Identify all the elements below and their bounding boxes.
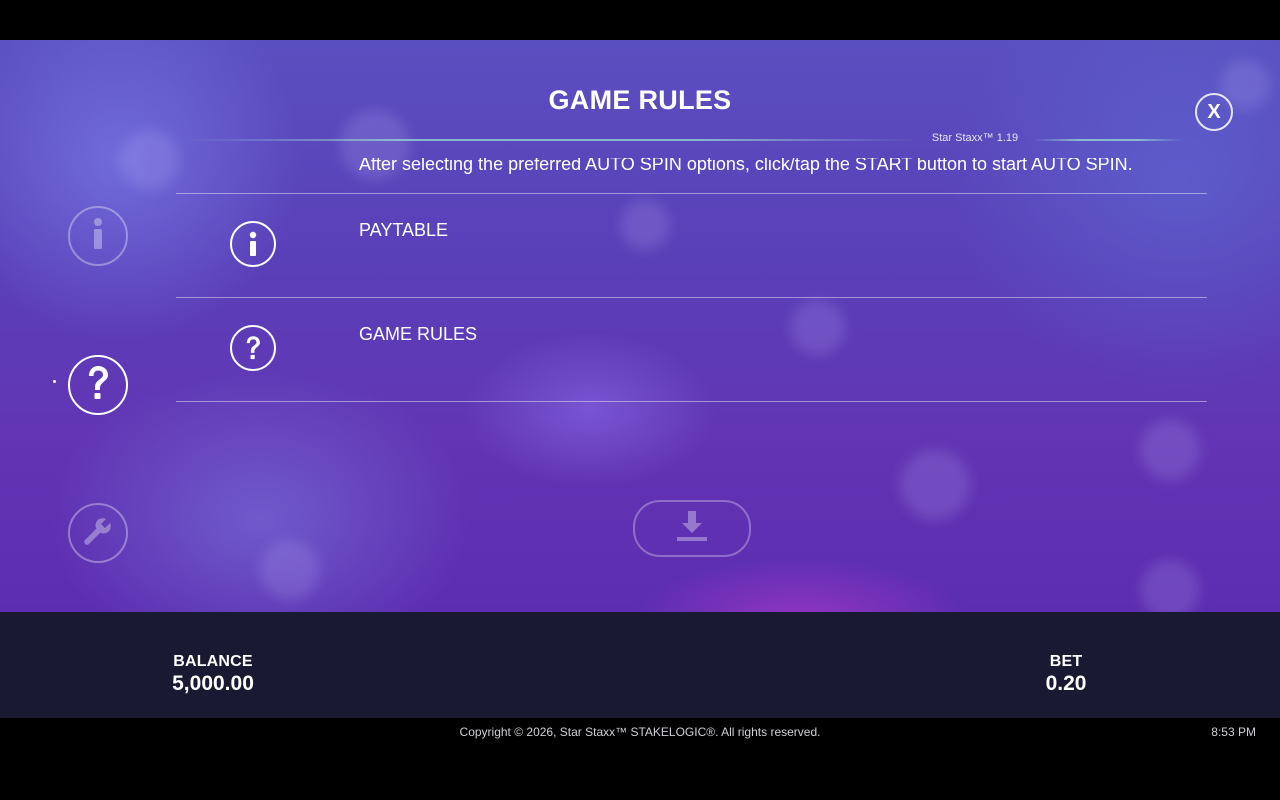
list-item-game-rules[interactable]: GAME RULES <box>176 298 1207 401</box>
balance-label: BALANCE <box>173 653 253 670</box>
version-label: Star Staxx™ 1.19 <box>931 132 1019 144</box>
close-icon: X <box>1207 100 1221 123</box>
list-item-paytable[interactable]: PAYTABLE <box>176 194 1207 297</box>
bokeh-light <box>900 450 970 520</box>
page-title: GAME RULES <box>548 85 732 115</box>
balance-display: BALANCE 5,000.00 <box>153 653 273 696</box>
header-divider-left <box>185 139 918 141</box>
top-black-bar <box>0 0 1280 40</box>
close-button[interactable]: X <box>1195 93 1233 131</box>
copyright-text: Copyright © 2026, Star Staxx™ STAKELOGIC… <box>459 725 821 739</box>
sidebar-item-settings[interactable] <box>68 503 128 563</box>
question-icon <box>85 365 111 406</box>
bet-value: 0.20 <box>1045 672 1087 695</box>
list-item-label: GAME RULES <box>359 324 478 344</box>
bet-display: BET 0.20 <box>1016 653 1116 696</box>
balance-value: 5,000.00 <box>172 672 254 695</box>
question-icon <box>230 325 276 371</box>
info-icon <box>230 221 276 267</box>
footer: Copyright © 2026, Star Staxx™ STAKELOGIC… <box>0 718 1280 800</box>
bet-label: BET <box>1049 653 1083 670</box>
clock: 8:53 PM <box>1211 725 1256 739</box>
active-indicator <box>53 380 56 383</box>
download-icon <box>675 509 709 548</box>
bokeh-light <box>120 130 180 190</box>
header-divider-right <box>1033 139 1183 141</box>
info-icon <box>90 217 106 256</box>
list-divider <box>176 401 1207 402</box>
bokeh-light <box>1140 420 1200 480</box>
wrench-icon <box>82 515 114 552</box>
list-item-label: PAYTABLE <box>359 220 449 240</box>
bokeh-light <box>260 540 320 600</box>
sidebar-item-paytable[interactable] <box>68 206 128 266</box>
sidebar-item-game-rules[interactable] <box>68 355 128 415</box>
bokeh-light <box>1140 560 1200 612</box>
status-bar: BALANCE 5,000.00 BET 0.20 <box>0 612 1280 718</box>
download-button[interactable] <box>633 500 751 557</box>
